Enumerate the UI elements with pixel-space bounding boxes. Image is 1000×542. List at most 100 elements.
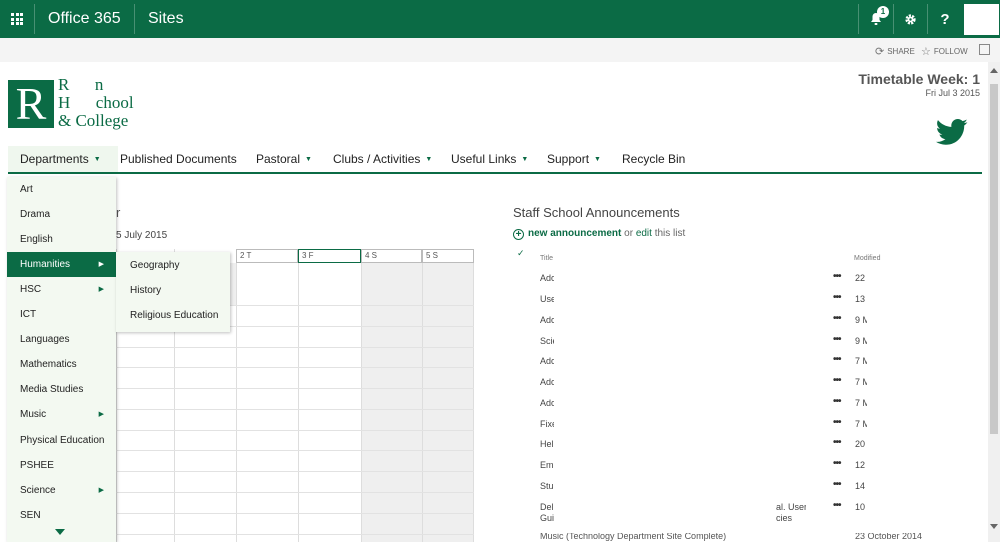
more-options-icon[interactable]: ••• [833,271,841,282]
humanities-geography[interactable]: Geography [116,253,230,278]
list-item[interactable]: Adc ••• 22 [540,269,985,289]
more-options-icon[interactable]: ••• [833,500,841,511]
divider [134,4,135,34]
humanities-history[interactable]: History [116,278,230,303]
more-options-icon[interactable]: ••• [833,458,841,469]
waffle-icon [11,13,23,25]
twitter-bird-icon[interactable] [935,118,969,148]
nav-published-documents[interactable]: Published Documents [120,146,237,172]
help-button[interactable]: ? [928,0,962,38]
chevron-down-icon: ▼ [425,156,433,163]
chevron-right-icon: ▶ [98,487,104,494]
user-profile-button[interactable] [963,3,1000,36]
settings-button[interactable] [893,0,927,38]
more-options-icon[interactable]: ••• [833,417,841,428]
column-header-title[interactable]: Title [540,255,553,262]
dept-ict[interactable]: ICT [7,302,116,327]
list-item[interactable]: Adc ••• 7 M [540,352,985,372]
dept-languages[interactable]: Languages [7,327,116,352]
dept-hsc[interactable]: HSC ▶ [7,277,116,302]
more-options-icon[interactable]: ••• [833,354,841,365]
star-icon: ☆ [921,46,931,58]
sites-link[interactable]: Sites [148,10,184,28]
dept-art[interactable]: Art [7,177,116,202]
more-options-icon[interactable]: ••• [833,292,841,303]
divider [34,4,35,34]
more-options-icon[interactable]: ••• [833,437,841,448]
notifications-button[interactable]: 1 [859,0,893,38]
dept-music[interactable]: Music ▶ [7,402,116,427]
dept-physical-education[interactable]: Physical Education [7,428,116,453]
nav-departments[interactable]: Departments ▼ [8,146,118,172]
nav-support[interactable]: Support ▼ [547,146,601,172]
timetable-week: Timetable Week: 1 [858,71,980,87]
site-logo[interactable]: R R n H chool & College [8,74,158,134]
chevron-down-icon: ▼ [521,156,529,163]
list-item[interactable]: Hel ••• 20 [540,435,985,455]
page-scrollbar[interactable] [988,62,1000,542]
dept-english[interactable]: English [7,227,116,252]
calendar-day-header[interactable]: 5 S [422,249,474,263]
departments-dropdown: Art Drama English Humanities ▶ HSC ▶ ICT L… [7,177,116,542]
list-item[interactable]: Adc ••• 7 M [540,394,985,414]
nav-pastoral[interactable]: Pastoral ▼ [256,146,312,172]
add-icon[interactable]: + [513,229,524,240]
list-item[interactable]: Stu ••• 14 [540,477,985,497]
logo-text: R n H chool & College [58,75,134,130]
app-launcher-button[interactable] [0,0,34,38]
calendar-title: r [116,205,121,220]
new-announcement-link[interactable]: new announcement [528,228,621,239]
dept-sen[interactable]: SEN [7,503,116,528]
more-options-icon[interactable]: ••• [833,334,841,345]
humanities-religious-education[interactable]: Religious Education [116,303,230,328]
scroll-up-arrow-icon[interactable] [990,68,998,73]
follow-label: FOLLOW [933,47,968,56]
share-icon: ⟳ [875,46,885,58]
calendar-day-header[interactable]: 2 T [236,249,298,263]
list-item[interactable]: Fixe•••7 M [540,415,985,435]
calendar-date: 5 July 2015 [116,230,168,241]
calendar-day-header[interactable]: 3 F [298,249,361,263]
chevron-right-icon: ▶ [98,411,104,418]
office-365-link[interactable]: Office 365 [48,10,121,28]
chevron-right-icon: ▶ [98,261,104,268]
dept-mathematics[interactable]: Mathematics [7,352,116,377]
more-options-icon[interactable]: ••• [833,375,841,386]
list-item[interactable]: Scie•••9 M [540,332,985,352]
list-item[interactable]: Adc ••• 7 M [540,373,985,393]
list-item[interactable]: Adc ••• 9 M [540,311,985,331]
gear-icon [904,13,916,25]
focus-content-icon[interactable] [979,44,990,55]
column-header-modified[interactable]: Modified [854,255,880,262]
nav-clubs-activities[interactable]: Clubs / Activities ▼ [333,146,432,172]
nav-recycle-bin[interactable]: Recycle Bin [622,146,685,172]
dept-pshee[interactable]: PSHEE [7,453,116,478]
calendar-day-header[interactable]: 4 S [361,249,422,263]
new-announcement-bar: + new announcement or edit this list [513,228,685,240]
humanities-submenu: Geography History Religious Education [116,252,230,332]
dept-humanities[interactable]: Humanities ▶ [7,252,116,277]
scroll-down-arrow-icon[interactable] [990,524,998,529]
scroll-down-icon[interactable] [55,529,65,535]
list-item[interactable]: Del Gui al. User cies ••• 10 [540,498,985,526]
announcements-title: Staff School Announcements [513,205,680,220]
edit-list-link[interactable]: edit [636,228,652,239]
chevron-down-icon: ▼ [594,156,601,163]
more-options-icon[interactable]: ••• [833,396,841,407]
chevron-right-icon: ▶ [98,286,104,293]
more-options-icon[interactable]: ••• [833,313,841,324]
list-item[interactable]: Use ••• 13 [540,290,985,310]
select-all-checkmark-icon[interactable]: ✓ [517,248,525,259]
timetable-date: Fri Jul 3 2015 [925,88,980,98]
nav-useful-links[interactable]: Useful Links ▼ [451,146,528,172]
more-options-icon[interactable]: ••• [833,479,841,490]
dept-science[interactable]: Science ▶ [7,478,116,503]
dept-media-studies[interactable]: Media Studies [7,377,116,402]
list-item[interactable]: Em ••• 12 [540,456,985,476]
scrollbar-thumb[interactable] [990,84,998,434]
follow-button[interactable]: ☆ FOLLOW [921,45,968,58]
share-button[interactable]: ⟳ SHARE [875,45,915,58]
list-item[interactable]: Music (Technology Department Site Comple… [540,533,930,542]
top-navigation: Departments ▼ Published Documents Pastora… [8,146,982,174]
dept-drama[interactable]: Drama [7,202,116,227]
